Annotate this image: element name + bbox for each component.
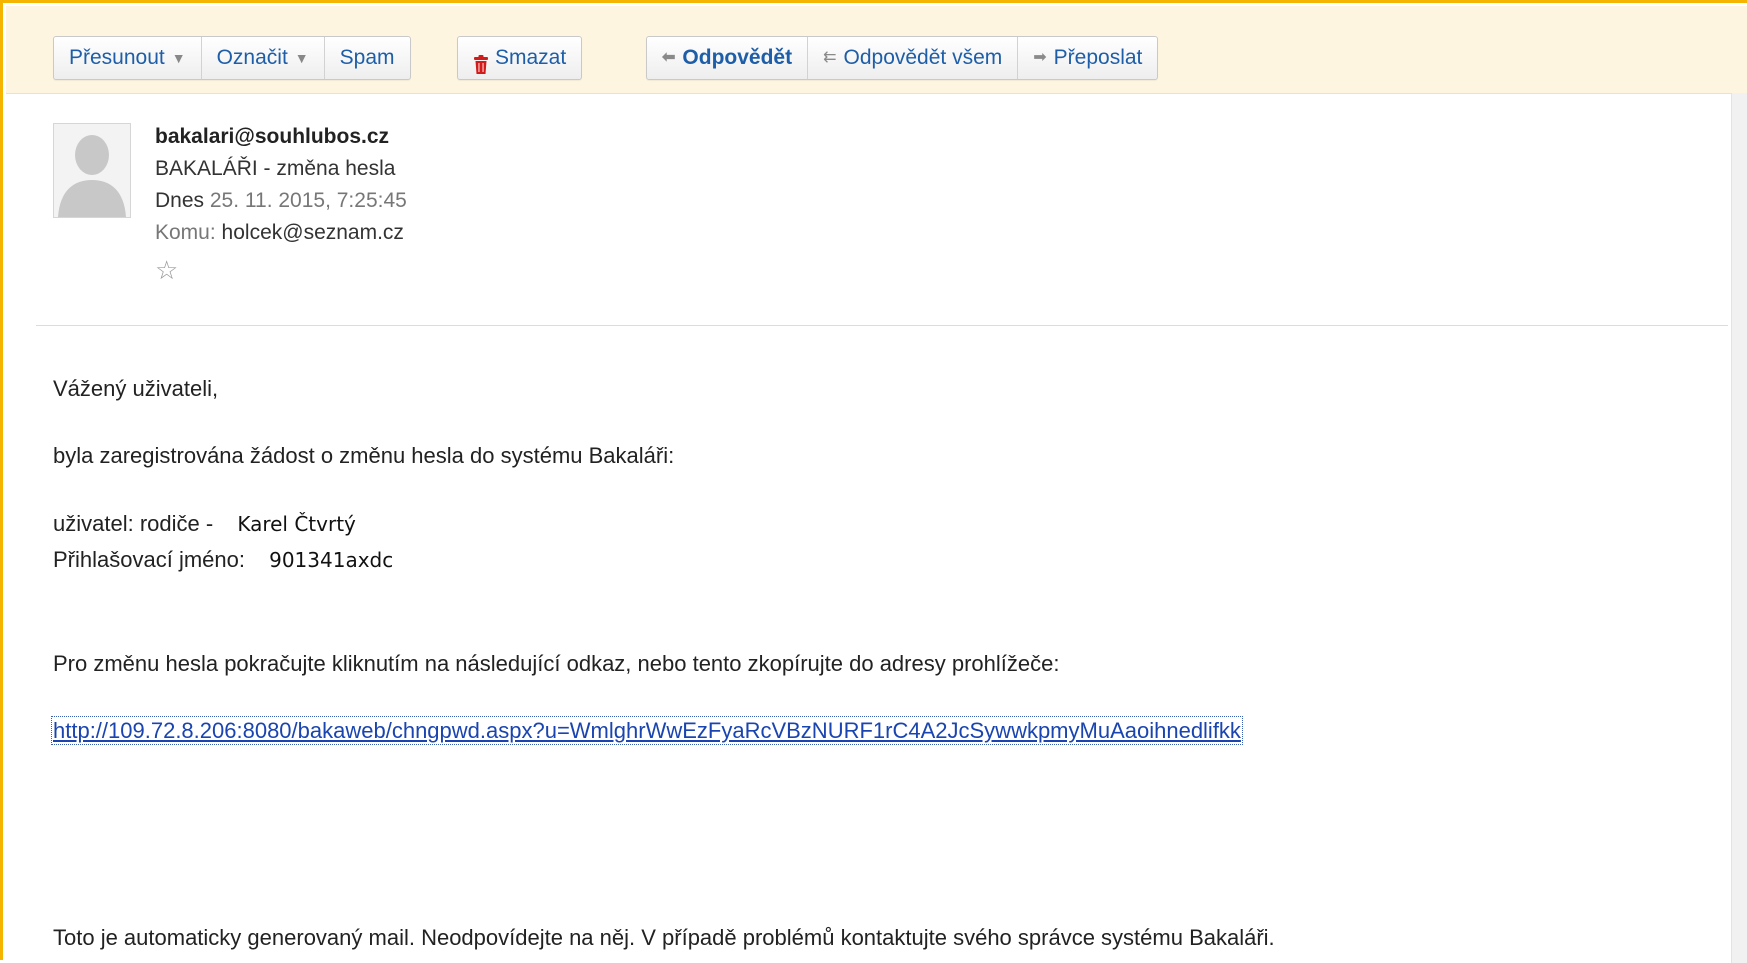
- reply-all-button-label: Odpovědět všem: [843, 46, 1003, 69]
- forward-button-label: Přeposlat: [1053, 46, 1143, 69]
- chevron-down-icon: ▼: [171, 50, 186, 66]
- message-subject: BAKALÁŘI - změna hesla: [155, 157, 396, 180]
- delete-button[interactable]: Smazat: [458, 37, 581, 79]
- user-label: uživatel: rodiče -: [53, 511, 214, 536]
- footer-text: Toto je automaticky generovaný mail. Neo…: [53, 925, 1275, 950]
- move-button[interactable]: Přesunout ▼: [54, 37, 202, 79]
- password-link-row: http://109.72.8.206:8080/bakaweb/chngpwd…: [51, 716, 1243, 745]
- login-line: Přihlašovací jméno: 901341axdc: [53, 547, 393, 573]
- mail-window: Přesunout ▼ Označit ▼ Spam Smazat ⬅ Odpo…: [0, 0, 1747, 963]
- forward-arrow-icon: ➡: [1033, 49, 1047, 66]
- star-icon[interactable]: ☆: [155, 253, 407, 287]
- password-change-link[interactable]: http://109.72.8.206:8080/bakaweb/chngpwd…: [51, 716, 1243, 745]
- date-prefix: Dnes: [155, 189, 205, 212]
- header-divider: [36, 325, 1728, 326]
- chevron-down-icon: ▼: [294, 50, 309, 66]
- recipient-prefix: Komu:: [155, 221, 216, 244]
- recipient-line: Komu: holcek@seznam.cz: [155, 217, 407, 249]
- greeting-text: Vážený uživateli,: [53, 376, 219, 401]
- move-mark-spam-group: Přesunout ▼ Označit ▼ Spam: [53, 36, 411, 80]
- message-header: bakalari@souhlubos.cz BAKALÁŘI - změna h…: [6, 93, 1731, 323]
- instruction-text: Pro změnu hesla pokračujte kliknutím na …: [53, 651, 1060, 676]
- trash-icon: [473, 48, 489, 74]
- move-button-label: Přesunout: [69, 46, 165, 69]
- reply-all-arrow-icon: ⇇: [823, 49, 837, 66]
- sender-address[interactable]: bakalari@souhlubos.cz: [155, 121, 407, 153]
- user-value: Karel Čtvrtý: [237, 512, 356, 536]
- reply-all-button[interactable]: ⇇ Odpovědět všem: [808, 37, 1019, 79]
- user-line: uživatel: rodiče - Karel Čtvrtý: [53, 511, 356, 537]
- delete-button-label: Smazat: [495, 46, 567, 69]
- intro-text: byla zaregistrována žádost o změnu hesla…: [53, 443, 675, 468]
- recipient-address[interactable]: holcek@seznam.cz: [222, 221, 404, 244]
- delete-group: Smazat: [457, 36, 583, 80]
- mark-button[interactable]: Označit ▼: [202, 37, 325, 79]
- spam-button[interactable]: Spam: [325, 37, 410, 79]
- reply-group: ⬅ Odpovědět ⇇ Odpovědět všem ➡ Přeposlat: [646, 36, 1159, 80]
- message-meta: bakalari@souhlubos.cz BAKALÁŘI - změna h…: [155, 121, 407, 287]
- spam-button-label: Spam: [339, 46, 395, 69]
- scrollbar[interactable]: [1731, 93, 1747, 963]
- mark-button-label: Označit: [216, 46, 288, 69]
- login-label: Přihlašovací jméno:: [53, 547, 245, 572]
- reply-button-label: Odpovědět: [682, 46, 793, 69]
- message-toolbar: Přesunout ▼ Označit ▼ Spam Smazat ⬅ Odpo…: [6, 6, 1747, 94]
- default-avatar-icon: [53, 123, 131, 218]
- message-date: 25. 11. 2015, 7:25:45: [209, 189, 407, 212]
- login-value: 901341axdc: [269, 548, 394, 572]
- forward-button[interactable]: ➡ Přeposlat: [1018, 37, 1157, 79]
- reply-arrow-icon: ⬅: [662, 49, 676, 66]
- reply-button[interactable]: ⬅ Odpovědět: [647, 37, 809, 79]
- message-date-line: Dnes 25. 11. 2015, 7:25:45: [155, 185, 407, 217]
